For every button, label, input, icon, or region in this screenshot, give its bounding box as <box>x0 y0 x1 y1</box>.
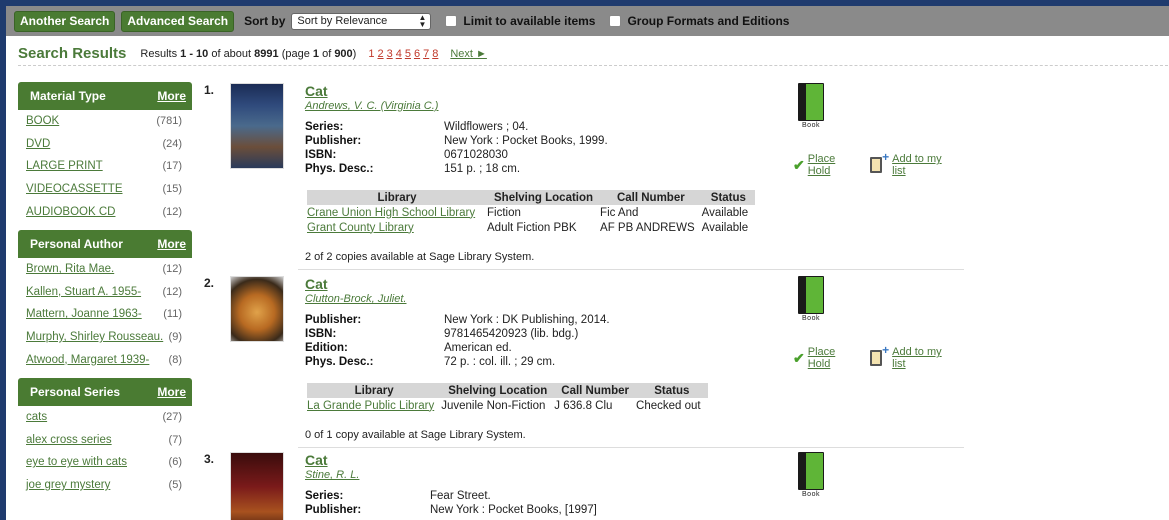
facet-header: Material Type More <box>18 82 192 110</box>
facet-personal-series: Personal Series More cats (27) alex cross… <box>18 377 192 497</box>
facet-item[interactable]: cats (27) <box>18 406 192 429</box>
result-number: 2. <box>204 276 215 290</box>
facet-item[interactable]: eye to eye with cats (6) <box>18 451 192 474</box>
facet-title: Material Type <box>30 89 106 103</box>
advanced-search-button[interactable]: Advanced Search <box>121 10 235 32</box>
page-link[interactable]: 8 <box>432 48 438 60</box>
checkmark-icon: ✔ <box>793 349 805 366</box>
page-link[interactable]: 2 <box>377 48 383 60</box>
sort-select[interactable]: Sort by Relevance ▲ ▼ <box>291 12 432 30</box>
format-indicator: Book <box>796 276 826 322</box>
table-row: Crane Union High School Library Fiction … <box>307 205 749 220</box>
result-divider <box>298 447 964 448</box>
facet-item[interactable]: Atwood, Margaret 1939- (8) <box>18 348 192 371</box>
facet-title: Personal Series <box>30 384 121 399</box>
limit-available-label: Limit to available items <box>463 14 596 28</box>
result-title-link[interactable]: Cat <box>305 276 328 292</box>
results-header: Search Results Results 1 - 10 of about 8… <box>18 42 1168 66</box>
result-author-link[interactable]: Stine, R. L. <box>305 469 359 481</box>
facet-item[interactable]: VIDEOCASSETTE (15) <box>18 178 192 201</box>
result-metadata: Series: Fear Street. Publisher: New York :… <box>305 490 597 516</box>
facet-item[interactable]: Mattern, Joanne 1963- (11) <box>18 303 192 326</box>
select-arrows-icon: ▲ ▼ <box>418 13 427 29</box>
add-to-list-link[interactable]: Add to my list <box>892 346 952 370</box>
next-page-link[interactable]: Next ► <box>450 48 487 60</box>
facet-header: Personal Author More <box>18 229 192 258</box>
limit-available-checkbox[interactable] <box>445 15 458 27</box>
cover-image[interactable] <box>230 452 284 520</box>
facet-more-link[interactable]: More <box>157 89 186 103</box>
book-icon <box>798 276 824 314</box>
copies-available: 0 of 1 copy available at Sage Library Sy… <box>305 429 526 441</box>
copies-available: 2 of 2 copies available at Sage Library … <box>305 251 535 263</box>
group-formats-label: Group Formats and Editions <box>627 14 790 28</box>
results-count: Results 1 - 10 of about 8991 (page 1 of … <box>140 47 357 60</box>
clipboard-add-icon[interactable] <box>869 343 889 366</box>
result-divider <box>298 269 964 270</box>
facet-item[interactable]: joe grey mystery (5) <box>18 474 192 497</box>
result-number: 1. <box>204 83 215 97</box>
place-hold-link[interactable]: Place Hold <box>808 153 856 177</box>
facet-item[interactable]: Kallen, Stuart A. 1955- (12) <box>18 281 192 304</box>
book-icon <box>798 83 824 121</box>
library-link[interactable]: Grant County Library <box>307 220 487 235</box>
table-row: Grant County Library Adult Fiction PBK A… <box>307 220 749 235</box>
library-link[interactable]: La Grande Public Library <box>307 398 441 413</box>
facet-item[interactable]: Brown, Rita Mae. (12) <box>18 258 192 281</box>
result-item: 3. Cat Stine, R. L. Series: Fear Street. … <box>196 452 966 520</box>
catalog-window: Another Search Advanced Search Sort by S… <box>6 6 1169 520</box>
cover-image[interactable] <box>230 276 284 342</box>
result-actions: ✔ Place Hold Add to my list <box>793 343 966 370</box>
facet-title: Personal Author <box>30 236 123 251</box>
result-title-link[interactable]: Cat <box>305 452 328 468</box>
add-to-list-link[interactable]: Add to my list <box>892 153 952 177</box>
result-title-link[interactable]: Cat <box>305 83 328 99</box>
facet-item[interactable]: LARGE PRINT (17) <box>18 155 192 178</box>
facet-item[interactable]: AUDIOBOOK CD (12) <box>18 200 192 223</box>
facet-material-type: Material Type More BOOK (781) DVD (24) LAR… <box>18 82 192 223</box>
facet-personal-author: Personal Author More Brown, Rita Mae. (12… <box>18 229 192 371</box>
result-metadata: Series: Wildflowers ; 04. Publisher: New Y… <box>305 121 608 175</box>
page-link[interactable]: 6 <box>414 48 420 60</box>
facet-item[interactable]: Murphy, Shirley Rousseau. (9) <box>18 326 192 349</box>
result-author-link[interactable]: Andrews, V. C. (Virginia C.) <box>305 100 438 112</box>
checkmark-icon: ✔ <box>793 156 805 173</box>
pagination: 1 2 3 4 5 6 7 8 <box>368 48 438 60</box>
page-link[interactable]: 3 <box>387 48 393 60</box>
holdings-table: Library Shelving Location Call Number St… <box>307 190 756 235</box>
facet-item[interactable]: alex cross series (7) <box>18 429 192 452</box>
sort-by-label: Sort by <box>244 14 286 28</box>
facet-more-link[interactable]: More <box>157 385 186 399</box>
facet-more-link[interactable]: More <box>157 237 186 251</box>
page-link[interactable]: 7 <box>423 48 429 60</box>
sort-select-value: Sort by Relevance <box>297 15 388 27</box>
result-item: 2. Cat Clutton-Brock, Juliet. Publisher:… <box>196 276 966 448</box>
holdings-table: Library Shelving Location Call Number St… <box>307 383 708 413</box>
cover-image[interactable] <box>230 83 284 169</box>
page-link[interactable]: 5 <box>405 48 411 60</box>
results-title: Search Results <box>18 45 127 62</box>
result-number: 3. <box>204 452 215 466</box>
result-actions: ✔ Place Hold Add to my list <box>793 150 966 177</box>
facet-item[interactable]: BOOK (781) <box>18 110 192 133</box>
result-metadata: Publisher: New York : DK Publishing, 2014… <box>305 314 610 368</box>
format-indicator: Book <box>796 83 826 129</box>
result-item: 1. Cat Andrews, V. C. (Virginia C.) Seri… <box>196 83 966 273</box>
book-icon <box>798 452 824 490</box>
format-indicator: Book <box>796 452 826 498</box>
page-link[interactable]: 1 <box>368 48 374 60</box>
place-hold-link[interactable]: Place Hold <box>808 346 856 370</box>
another-search-button[interactable]: Another Search <box>14 10 116 32</box>
search-toolbar: Another Search Advanced Search Sort by S… <box>6 6 1169 36</box>
page-link[interactable]: 4 <box>396 48 402 60</box>
group-formats-checkbox[interactable] <box>609 15 622 27</box>
facet-sidebar: Material Type More BOOK (781) DVD (24) LAR… <box>18 82 192 503</box>
result-author-link[interactable]: Clutton-Brock, Juliet. <box>305 293 406 305</box>
facet-item[interactable]: DVD (24) <box>18 133 192 156</box>
clipboard-add-icon[interactable] <box>869 150 889 173</box>
facet-header: Personal Series More <box>18 377 192 406</box>
library-link[interactable]: Crane Union High School Library <box>307 205 487 220</box>
table-row: La Grande Public Library Juvenile Non-Fi… <box>307 398 701 413</box>
